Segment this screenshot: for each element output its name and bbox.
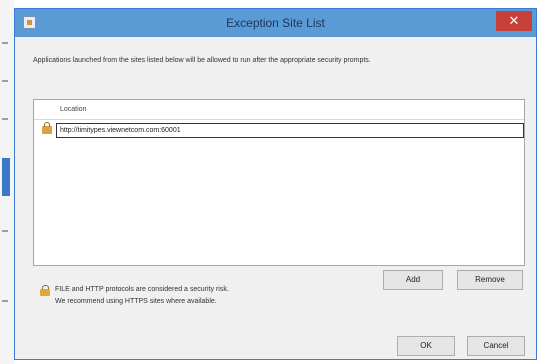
location-header-label: Location xyxy=(60,106,87,113)
warning-line-1: FILE and HTTP protocols are considered a… xyxy=(55,286,229,293)
list-item[interactable]: http://timitypes.viewnetcom.com:60001 xyxy=(38,122,524,138)
site-url-field[interactable]: http://timitypes.viewnetcom.com:60001 xyxy=(56,123,524,138)
dialog-description: Applications launched from the sites lis… xyxy=(33,57,371,64)
background-mark xyxy=(2,300,8,302)
add-button[interactable]: Add xyxy=(383,270,443,290)
site-list[interactable]: Location http://timitypes.viewnetcom.com… xyxy=(33,99,525,266)
cancel-button[interactable]: Cancel xyxy=(467,336,525,356)
location-column-header: Location xyxy=(34,100,524,120)
background-accent xyxy=(2,158,10,196)
lock-icon xyxy=(42,122,52,134)
background-mark xyxy=(2,42,8,44)
background-window-edge xyxy=(0,0,14,364)
ok-button[interactable]: OK xyxy=(397,336,455,356)
remove-button[interactable]: Remove xyxy=(457,270,523,290)
title-bar[interactable]: Exception Site List ✕ xyxy=(15,9,536,37)
lock-warning-icon xyxy=(39,285,51,297)
exception-site-list-dialog: Exception Site List ✕ Applications launc… xyxy=(14,8,537,360)
background-mark xyxy=(2,230,8,232)
warning-line-2: We recommend using HTTPS sites where ava… xyxy=(55,298,217,305)
background-mark xyxy=(2,118,8,120)
background-mark xyxy=(2,80,8,82)
security-warning: FILE and HTTP protocols are considered a… xyxy=(55,284,229,308)
close-button[interactable]: ✕ xyxy=(496,11,532,31)
dialog-title: Exception Site List xyxy=(226,16,325,30)
